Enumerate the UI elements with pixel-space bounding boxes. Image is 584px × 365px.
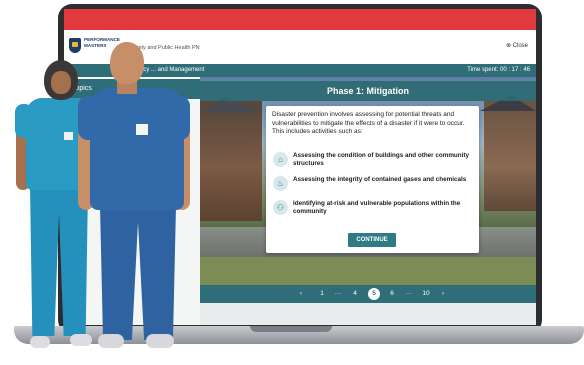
page-ellipsis: ··· — [334, 290, 342, 297]
bullet-text: Assessing the integrity of contained gas… — [293, 176, 467, 183]
laptop-notch — [250, 326, 332, 332]
screen-bottom — [200, 303, 536, 325]
page-6[interactable]: 6 — [386, 290, 398, 297]
nurse-woman-face — [51, 71, 71, 94]
close-label: Close — [512, 43, 528, 49]
page-10[interactable]: 10 — [420, 290, 432, 297]
nurse-man-shoe — [146, 334, 174, 348]
people-group-icon: ⚇ — [273, 200, 288, 215]
id-badge — [64, 132, 73, 140]
page-1[interactable]: 1 — [316, 290, 328, 297]
shield-logo-icon — [69, 38, 81, 53]
bullet-text: Identifying at-risk and vulnerable popul… — [293, 200, 461, 215]
id-badge — [136, 124, 148, 135]
list-item: ♨ Assessing the integrity of contained g… — [273, 175, 473, 197]
prev-page-button[interactable]: ‹ — [295, 290, 307, 297]
intro-text: Disaster prevention involves assessing f… — [272, 111, 465, 135]
next-page-button[interactable]: › — [437, 290, 449, 297]
pagination: ‹ 1 ··· 4 5 6 ··· 10 › — [200, 285, 536, 303]
list-item: ⌂ Assessing the condition of buildings a… — [273, 151, 473, 173]
building-inspection-icon: ⌂ — [273, 152, 288, 167]
house-right-image — [484, 101, 536, 211]
nurse-man-sleeve — [168, 96, 190, 140]
lawn-image — [200, 257, 536, 285]
flame-icon: ♨ — [273, 176, 288, 191]
phase-title: Phase 1: Mitigation — [200, 81, 536, 101]
page-5-current[interactable]: 5 — [368, 288, 380, 300]
close-button[interactable]: ⊗ Close — [506, 42, 528, 49]
continue-button[interactable]: CONTINUE — [348, 233, 396, 247]
page-ellipsis: ··· — [405, 290, 413, 297]
time-spent: Time spent: 00 : 17 : 46 — [467, 67, 530, 73]
nurse-man-head — [110, 42, 144, 84]
top-accent-bar — [64, 9, 536, 30]
logo-text: PERFORMANCE MASTERS — [84, 37, 120, 48]
lesson-stage: Phase 1: Mitigation Disaster prevention … — [200, 77, 536, 285]
bullet-text: Assessing the condition of buildings and… — [293, 152, 469, 167]
nurse-woman-shoe — [30, 336, 50, 348]
nurse-man-sleeve — [78, 96, 100, 140]
page-4[interactable]: 4 — [349, 290, 361, 297]
nurse-man-shoe — [98, 334, 124, 348]
content-card: Disaster prevention involves assessing f… — [266, 106, 479, 253]
list-item: ⚇ Identifying at-risk and vulnerable pop… — [273, 199, 473, 221]
nurse-woman-sleeve — [15, 104, 33, 138]
house-left-image — [200, 101, 262, 221]
nurse-woman-shoe — [70, 334, 92, 346]
